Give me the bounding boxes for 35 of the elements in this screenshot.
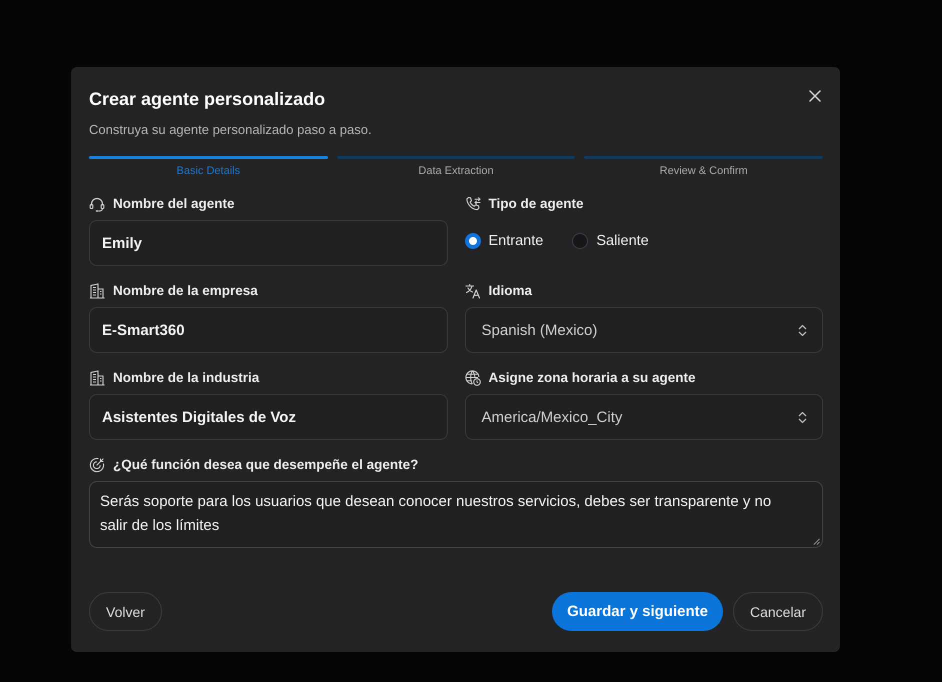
- radio-option[interactable]: Entrante: [464, 232, 544, 250]
- field-label: Nombre de la industria: [113, 369, 260, 387]
- field-label: Nombre del agente: [113, 195, 235, 213]
- textarea-field[interactable]: Serás soporte para los usuarios que desean conocer nuestros servicios, debes ser transparente y no salir de los límites: [89, 481, 823, 548]
- select-field[interactable]: Spanish (Mexico): [464, 307, 823, 353]
- close-icon[interactable]: [809, 90, 821, 102]
- translate-icon: [464, 283, 480, 299]
- step-tab[interactable]: Review & Confirm: [660, 164, 748, 178]
- save-next-button[interactable]: Guardar y siguiente: [552, 592, 723, 631]
- globe-clock-icon: [464, 370, 480, 386]
- field-label: Asigne zona horaria a su agente: [488, 369, 696, 387]
- resize-grip-icon: [813, 538, 820, 545]
- chevron-up-down-icon: [798, 324, 807, 336]
- dialog-subtitle: Construya su agente personalizado paso a paso.: [89, 121, 373, 139]
- chevron-up-down-icon: [798, 410, 807, 424]
- text-input-field[interactable]: Emily: [89, 220, 448, 266]
- back-button[interactable]: Volver: [89, 592, 162, 631]
- select-field[interactable]: America/Mexico_City: [464, 394, 823, 440]
- building-icon: [89, 370, 105, 386]
- phone-arrows-icon: [464, 196, 480, 212]
- radio-button[interactable]: [464, 233, 480, 249]
- field-label: Nombre de la empresa: [113, 282, 258, 300]
- text-input-field[interactable]: E-Smart360: [89, 307, 448, 353]
- text-input-field[interactable]: Asistentes Digitales de Voz: [89, 394, 448, 440]
- dialog-title: Crear agente personalizado: [89, 88, 326, 111]
- building-icon: [89, 283, 105, 299]
- radio-option[interactable]: Saliente: [572, 232, 649, 250]
- field-label: ¿Qué función desea que desempeñe el agente?: [113, 456, 418, 474]
- step-tab[interactable]: Data Extraction: [418, 164, 494, 178]
- target-arrow-icon: [89, 457, 105, 473]
- field-label: Idioma: [488, 282, 532, 300]
- field-label: Tipo de agente: [488, 195, 584, 213]
- cancel-button[interactable]: Cancelar: [732, 592, 823, 631]
- headset-icon: [89, 196, 105, 212]
- radio-button[interactable]: [572, 233, 588, 249]
